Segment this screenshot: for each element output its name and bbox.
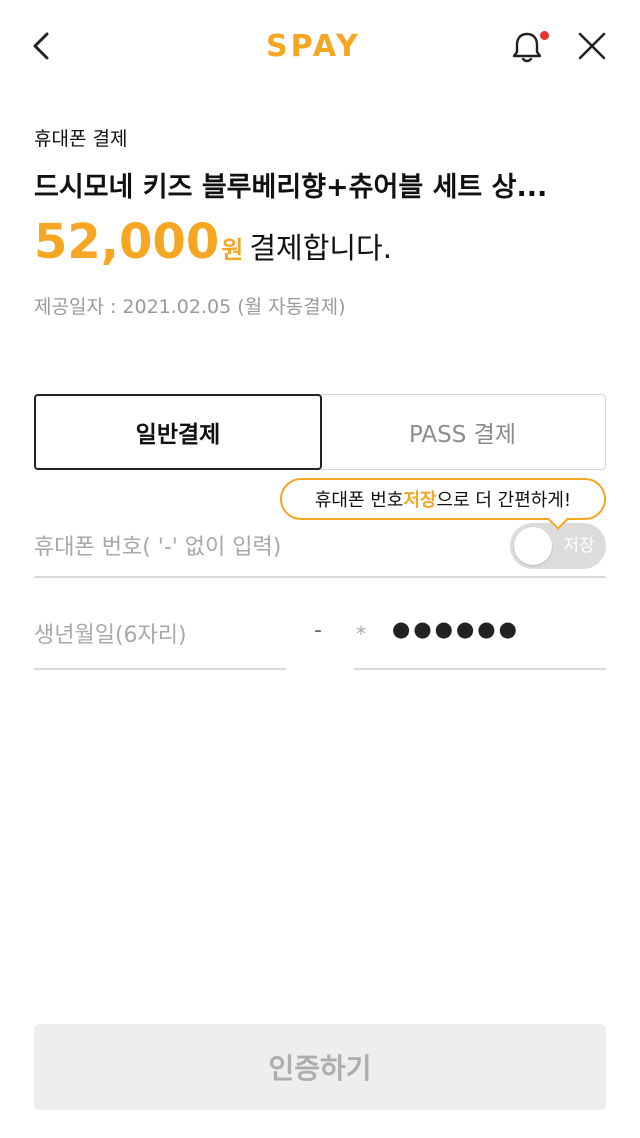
back-button[interactable] xyxy=(24,28,60,64)
chevron-left-icon xyxy=(33,32,49,60)
tab-general-payment[interactable]: 일반결제 xyxy=(34,394,322,470)
authenticate-button[interactable]: 인증하기 xyxy=(34,1024,606,1110)
gender-digit-input[interactable]: * xyxy=(356,622,366,646)
toggle-knob xyxy=(514,527,552,565)
phone-number-input[interactable] xyxy=(34,520,504,574)
close-icon xyxy=(578,32,606,60)
header-bar: SPAY xyxy=(0,0,640,96)
tooltip-prefix: 휴대폰 번호 xyxy=(314,490,404,511)
birthdate-input[interactable] xyxy=(34,608,284,662)
spay-logo: SPAY xyxy=(266,29,361,64)
notification-dot xyxy=(540,31,549,40)
tab-pass-payment[interactable]: PASS 결제 xyxy=(320,394,606,470)
tooltip-suffix: 으로 더 간편하게! xyxy=(436,490,572,511)
id-separator: - xyxy=(314,618,322,643)
price-amount: 52,000 xyxy=(34,214,220,270)
price-line: 52,000원 결제합니다. xyxy=(34,214,392,274)
gender-digit-underline xyxy=(354,668,606,670)
price-suffix: 결제합니다. xyxy=(249,231,392,265)
phone-input-underline xyxy=(34,576,606,578)
payment-page: SPAY 휴대폰 결제 드시모네 키즈 블루베리향+츄어블 세트 상... 52… xyxy=(0,0,640,1138)
masked-id-digits: ●●●●●● xyxy=(392,617,520,641)
close-button[interactable] xyxy=(574,28,610,64)
toggle-label: 저장 xyxy=(563,536,595,556)
product-title: 드시모네 키즈 블루베리향+츄어블 세트 상... xyxy=(34,172,548,203)
birthdate-underline xyxy=(34,668,286,670)
payment-method-tabs: 일반결제 PASS 결제 xyxy=(34,394,606,470)
payment-type-label: 휴대폰 결제 xyxy=(34,128,128,150)
price-unit: 원 xyxy=(221,236,244,264)
tooltip-highlight: 저장 xyxy=(403,490,437,511)
provide-date: 제공일자 : 2021.02.05 (월 자동결제) xyxy=(34,296,346,318)
